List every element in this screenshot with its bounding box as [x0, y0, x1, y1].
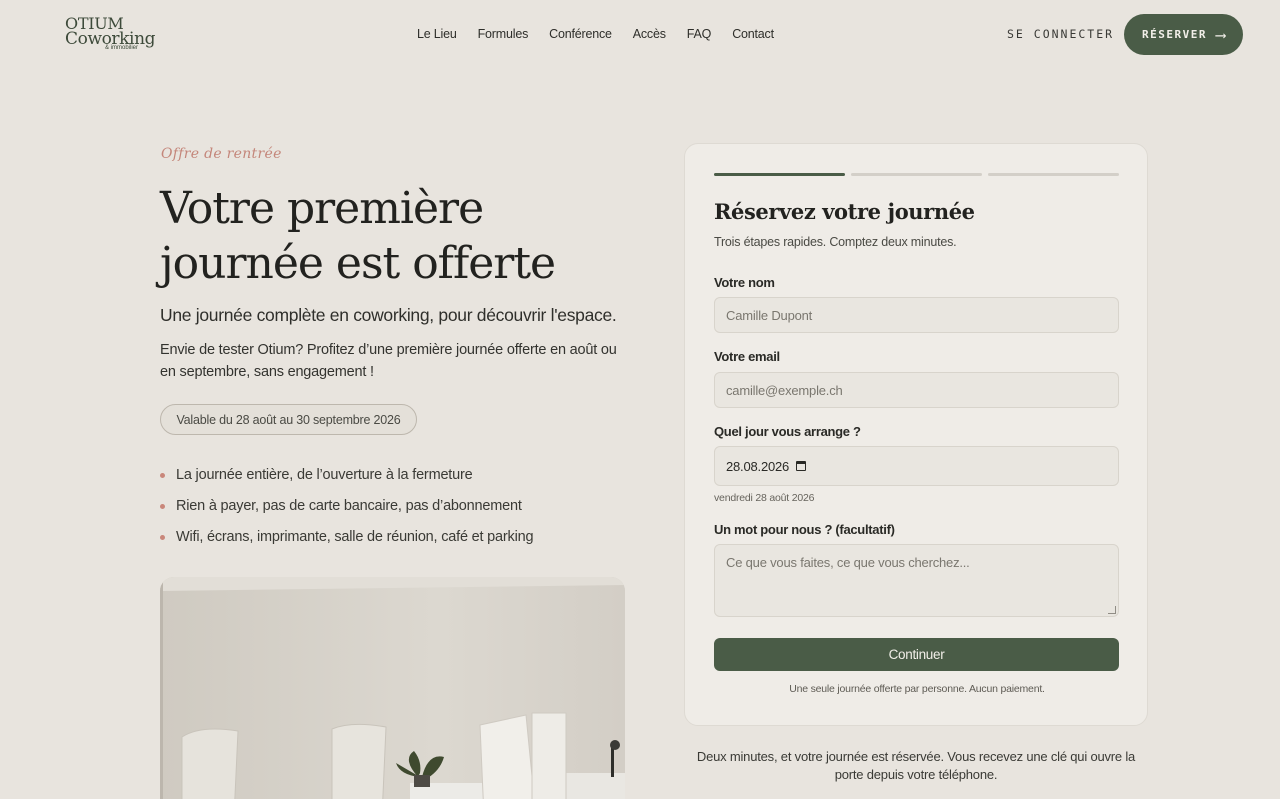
continue-button[interactable]: Continuer	[714, 638, 1119, 671]
feature-text: Rien à payer, pas de carte bancaire, pas…	[176, 498, 522, 514]
site-header: OTIUM Coworking & immobilier Le Lieu For…	[0, 0, 1280, 70]
logo-line-3: & immobilier	[105, 45, 139, 51]
name-input[interactable]: Camille Dupont	[714, 297, 1119, 333]
feature-text: La journée entière, de l’ouverture à la …	[176, 467, 473, 483]
reassurance-text: Deux minutes, et votre journée est réser…	[696, 749, 1136, 782]
bullet-dot-icon	[160, 535, 165, 540]
step-2-indicator	[851, 173, 982, 176]
booking-subtitle: Trois étapes rapides. Comptez deux minut…	[714, 235, 957, 249]
booking-title: Réservez votre journée	[714, 199, 975, 224]
otium-logo[interactable]: OTIUM Coworking & immobilier	[65, 16, 165, 54]
feature-item: Wifi, écrans, imprimante, salle de réuni…	[160, 527, 534, 558]
calendar-icon[interactable]	[796, 461, 807, 471]
validity-badge: Valable du 28 août au 30 septembre 2026	[160, 404, 417, 435]
feature-text: Wifi, écrans, imprimante, salle de réuni…	[176, 529, 534, 545]
hero-lead: Une journée complète en coworking, pour …	[160, 305, 617, 325]
bullet-dot-icon	[160, 473, 165, 478]
coworking-photo	[160, 577, 625, 799]
step-3-indicator	[988, 173, 1119, 176]
nav-le-lieu[interactable]: Le Lieu	[417, 27, 457, 41]
hero-title: Votre première journée est offerte	[160, 183, 556, 289]
reserve-button[interactable]: RÉSERVER ⟶	[1124, 14, 1243, 55]
message-label: Un mot pour nous ? (facultatif)	[714, 522, 895, 537]
date-value: 28.08.2026	[726, 458, 790, 474]
name-label: Votre nom	[714, 275, 775, 290]
nav-faq[interactable]: FAQ	[687, 27, 712, 41]
reserve-button-label: RÉSERVER	[1141, 28, 1207, 41]
nav-acces[interactable]: Accès	[633, 27, 666, 41]
nav-formules[interactable]: Formules	[478, 27, 529, 41]
feature-list: La journée entière, de l’ouverture à la …	[160, 465, 534, 558]
resize-handle-icon[interactable]	[1108, 606, 1116, 614]
date-hint: vendredi 28 août 2026	[714, 492, 815, 504]
feature-item: Rien à payer, pas de carte bancaire, pas…	[160, 496, 533, 527]
login-link[interactable]: SE CONNECTER	[1007, 27, 1114, 41]
main-nav: Le Lieu Formules Conférence Accès FAQ Co…	[417, 27, 795, 41]
booking-card: Réservez votre journée Trois étapes rapi…	[684, 143, 1148, 726]
date-input[interactable]: 28.08.2026	[714, 446, 1119, 486]
hero-description: Envie de tester Otium? Profitez d’une pr…	[160, 342, 617, 380]
step-progress	[714, 173, 1119, 176]
coworking-room-illustration	[160, 577, 625, 799]
offer-eyebrow: Offre de rentrée	[161, 146, 282, 162]
email-label: Votre email	[714, 349, 780, 364]
message-textarea[interactable]: Ce que vous faites, ce que vous cherchez…	[714, 544, 1119, 617]
nav-contact[interactable]: Contact	[732, 27, 774, 41]
step-1-indicator	[714, 173, 845, 176]
fine-print: Une seule journée offerte par personne. …	[789, 683, 1045, 695]
date-label: Quel jour vous arrange ?	[714, 424, 861, 439]
message-placeholder: Ce que vous faites, ce que vous cherchez…	[726, 555, 970, 570]
bullet-dot-icon	[160, 504, 165, 509]
email-input[interactable]: camille@exemple.ch	[714, 372, 1119, 408]
feature-item: La journée entière, de l’ouverture à la …	[160, 465, 533, 496]
nav-conference[interactable]: Conférence	[549, 27, 612, 41]
arrow-right-icon: ⟶	[1215, 25, 1225, 44]
